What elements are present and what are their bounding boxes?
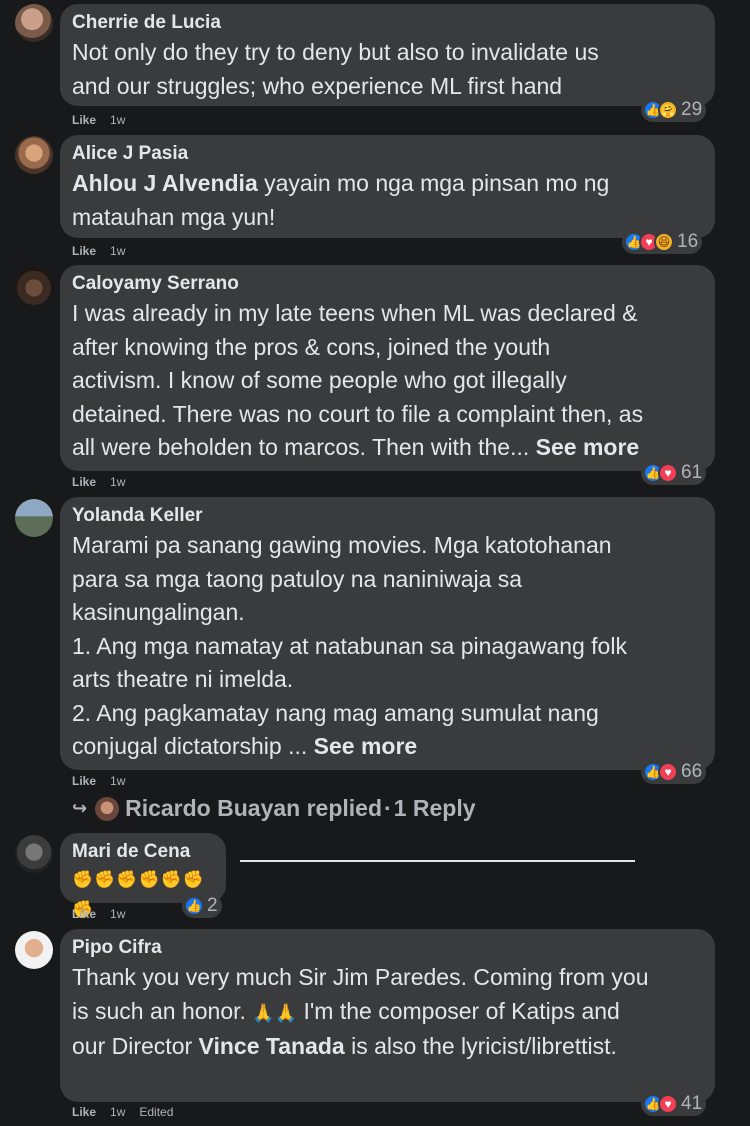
avatar[interactable] [15,499,53,537]
comment-meta: Like 1w [72,244,125,258]
comment-text-body: is also the lyricist/librettist. [344,1033,617,1059]
replier-name: Ricardo Buayan replied [125,795,383,821]
comment-text: Ahlou J Alvendia yayain mo nga mga pinsa… [72,167,703,234]
reaction-count: 41 [681,1093,703,1114]
reply-arrow-icon: ↪ [72,798,88,818]
comment-bubble: Caloyamy Serrano I was already in my lat… [60,265,715,471]
comment-bubble: Pipo Cifra Thank you very much Sir Jim P… [60,929,715,1102]
see-more-link[interactable]: See more [314,733,418,759]
mention-link[interactable]: Ahlou J Alvendia [72,170,258,196]
reaction-summary[interactable]: 👍 ♥ 41 [641,1092,707,1116]
comment-meta: Like 1w Edited [72,1105,173,1119]
comment-bubble: Mari de Cena ✊✊✊✊✊✊✊ [60,833,226,919]
comment-meta: Like 1w [72,907,125,921]
reaction-summary[interactable]: 👍 🤗 29 [641,98,707,122]
comment-author[interactable]: Cherrie de Lucia [72,10,703,36]
comment-author[interactable]: Yolanda Keller [72,503,703,529]
reaction-count: 2 [207,895,218,916]
avatar[interactable] [15,4,53,42]
comment-meta: Like 1w [72,113,125,127]
timestamp[interactable]: 1w [110,475,125,489]
care-icon: 🤗 [658,100,678,120]
timestamp[interactable]: 1w [110,1105,125,1119]
timestamp[interactable]: 1w [110,907,125,921]
like-button[interactable]: Like [72,244,96,258]
comment-author[interactable]: Caloyamy Serrano [72,271,703,297]
like-button[interactable]: Like [72,774,96,788]
comment-author[interactable]: Mari de Cena [72,839,214,865]
reaction-summary[interactable]: 👍 ♥ 66 [641,760,707,784]
timestamp[interactable]: 1w [110,774,125,788]
haha-icon: 😆 [654,232,674,252]
comment-text: Marami pa sanang gawing movies. Mga kato… [72,529,703,764]
avatar[interactable] [15,267,53,305]
avatar[interactable] [15,136,53,174]
avatar[interactable] [15,835,53,873]
timestamp[interactable]: 1w [110,113,125,127]
reaction-count: 61 [681,462,703,483]
comment-meta: Like 1w [72,774,125,788]
comment-meta: Like 1w [72,475,125,489]
divider [240,860,635,862]
love-icon: ♥ [658,1094,678,1114]
comment-text: Not only do they try to deny but also to… [72,39,599,99]
reaction-summary[interactable]: 👍 2 [182,894,222,918]
love-icon: ♥ [658,463,678,483]
reply-count: 1 Reply [393,795,476,821]
view-replies-link[interactable]: ↪ Ricardo Buayan replied · 1 Reply [72,795,476,822]
timestamp[interactable]: 1w [110,244,125,258]
like-button[interactable]: Like [72,1105,96,1119]
separator: · [384,795,392,821]
comment-bubble: Alice J Pasia Ahlou J Alvendia yayain mo… [60,135,715,238]
see-more-link[interactable]: See more [536,434,640,460]
mention-link[interactable]: Vince Tanada [199,1033,345,1059]
avatar [95,796,120,821]
reaction-count: 29 [681,99,703,120]
edited-label[interactable]: Edited [139,1105,173,1119]
comment-author[interactable]: Pipo Cifra [72,935,703,961]
like-icon: 👍 [184,896,204,916]
reaction-count: 16 [677,231,699,252]
comment-text: I was already in my late teens when ML w… [72,297,703,465]
reaction-summary[interactable]: 👍 ♥ 61 [641,461,707,485]
like-button[interactable]: Like [72,113,96,127]
like-button[interactable]: Like [72,475,96,489]
comment-text-body: Marami pa sanang gawing movies. Mga kato… [72,532,627,759]
love-icon: ♥ [658,762,678,782]
comment-bubble: Yolanda Keller Marami pa sanang gawing m… [60,497,715,770]
reaction-summary[interactable]: 👍 ♥ 😆 16 [622,230,703,254]
comment-author[interactable]: Alice J Pasia [72,141,703,167]
like-button[interactable]: Like [72,907,96,921]
comment-text: Thank you very much Sir Jim Paredes. Com… [72,961,703,1064]
praying-hands-emoji: 🙏🙏 [252,1002,298,1023]
avatar[interactable] [15,931,53,969]
comment-bubble: Cherrie de Lucia Not only do they try to… [60,4,715,106]
reaction-count: 66 [681,761,703,782]
